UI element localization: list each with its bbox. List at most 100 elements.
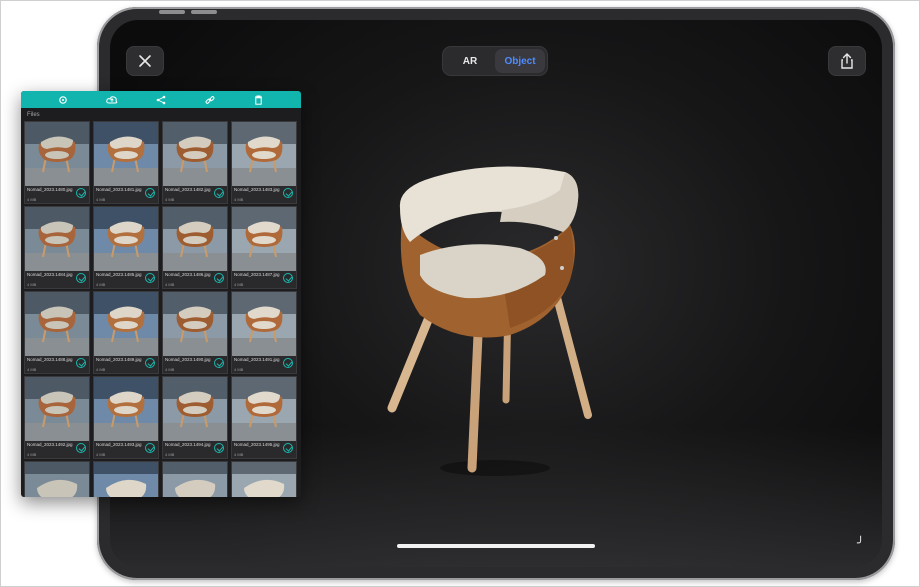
selected-check-icon[interactable] (283, 358, 293, 368)
file-name: Nomad_2023.1482.jpg (165, 187, 211, 192)
file-thumbnail (94, 462, 158, 497)
file-tile[interactable]: Nomad_2023.1490.jpg 4 MB (162, 291, 228, 374)
file-tile[interactable] (162, 461, 228, 497)
file-tile[interactable]: Nomad_2023.1482.jpg 4 MB (162, 121, 228, 204)
settings-icon[interactable] (57, 94, 69, 106)
file-thumbnail (25, 207, 89, 271)
file-thumbnail (25, 462, 89, 497)
file-name: Nomad_2023.1492.jpg (27, 442, 73, 447)
file-thumbnail (94, 207, 158, 271)
files-panel: Files Nomad_2023.1480.jpg 4 MB Nomad_2023.… (21, 91, 301, 497)
file-tile[interactable]: Nomad_2023.1487.jpg 4 MB (231, 206, 297, 289)
file-size: 4 MB (234, 367, 244, 372)
trash-icon[interactable] (253, 94, 265, 106)
file-tile[interactable]: Nomad_2023.1494.jpg 4 MB (162, 376, 228, 459)
volume-button (159, 10, 185, 14)
file-thumbnail (232, 377, 296, 441)
file-size: 4 MB (234, 452, 244, 457)
file-thumbnail (163, 377, 227, 441)
file-thumbnail (232, 462, 296, 497)
file-tile[interactable] (24, 461, 90, 497)
link-icon[interactable] (204, 94, 216, 106)
file-tile[interactable]: Nomad_2023.1495.jpg 4 MB (231, 376, 297, 459)
file-name: Nomad_2023.1487.jpg (234, 272, 280, 277)
file-thumbnail (163, 207, 227, 271)
tab-ar[interactable]: AR (445, 49, 495, 73)
file-name: Nomad_2023.1488.jpg (27, 357, 73, 362)
file-name: Nomad_2023.1483.jpg (234, 187, 280, 192)
selected-check-icon[interactable] (145, 188, 155, 198)
file-name: Nomad_2023.1480.jpg (27, 187, 73, 192)
selected-check-icon[interactable] (214, 358, 224, 368)
file-name: Nomad_2023.1484.jpg (27, 272, 73, 277)
file-thumbnail (232, 122, 296, 186)
file-name: Nomad_2023.1494.jpg (165, 442, 211, 447)
file-name: Nomad_2023.1491.jpg (234, 357, 280, 362)
selected-check-icon[interactable] (76, 273, 86, 283)
share-nodes-icon[interactable] (155, 94, 167, 106)
selected-check-icon[interactable] (76, 188, 86, 198)
selected-check-icon[interactable] (76, 443, 86, 453)
chair-3d-model[interactable] (380, 150, 620, 490)
selected-check-icon[interactable] (76, 358, 86, 368)
file-thumbnail (25, 122, 89, 186)
close-button[interactable] (126, 46, 164, 76)
share-icon (841, 53, 853, 69)
file-tile[interactable]: Nomad_2023.1481.jpg 4 MB (93, 121, 159, 204)
file-tile[interactable]: Nomad_2023.1480.jpg 4 MB (24, 121, 90, 204)
file-size: 4 MB (27, 367, 37, 372)
close-icon (139, 55, 151, 67)
file-tile[interactable]: Nomad_2023.1491.jpg 4 MB (231, 291, 297, 374)
file-tile[interactable] (231, 461, 297, 497)
selected-check-icon[interactable] (283, 273, 293, 283)
file-tile[interactable]: Nomad_2023.1486.jpg 4 MB (162, 206, 228, 289)
file-name: Nomad_2023.1495.jpg (234, 442, 280, 447)
selected-check-icon[interactable] (214, 273, 224, 283)
file-size: 4 MB (165, 282, 175, 287)
file-size: 4 MB (165, 367, 175, 372)
file-name: Nomad_2023.1481.jpg (96, 187, 142, 192)
file-tile[interactable]: Nomad_2023.1485.jpg 4 MB (93, 206, 159, 289)
file-name: Nomad_2023.1489.jpg (96, 357, 142, 362)
file-thumbnail (163, 122, 227, 186)
cloud-upload-icon[interactable] (106, 94, 118, 106)
file-name: Nomad_2023.1485.jpg (96, 272, 142, 277)
selected-check-icon[interactable] (283, 443, 293, 453)
selected-check-icon[interactable] (283, 188, 293, 198)
file-tile[interactable]: Nomad_2023.1492.jpg 4 MB (24, 376, 90, 459)
tab-object[interactable]: Object (495, 49, 545, 73)
file-size: 4 MB (96, 367, 106, 372)
file-tile[interactable] (93, 461, 159, 497)
file-size: 4 MB (27, 282, 37, 287)
file-name: Nomad_2023.1486.jpg (165, 272, 211, 277)
selected-check-icon[interactable] (145, 273, 155, 283)
file-thumbnail (25, 292, 89, 356)
file-size: 4 MB (27, 452, 37, 457)
file-thumbnail (232, 292, 296, 356)
files-section-label: Files (27, 112, 40, 118)
file-thumbnail (94, 292, 158, 356)
file-tile[interactable]: Nomad_2023.1483.jpg 4 MB (231, 121, 297, 204)
volume-button (191, 10, 217, 14)
mode-segmented-control: AR Object (442, 46, 548, 76)
home-indicator[interactable] (397, 544, 595, 548)
selected-check-icon[interactable] (145, 443, 155, 453)
file-tile[interactable]: Nomad_2023.1484.jpg 4 MB (24, 206, 90, 289)
file-size: 4 MB (234, 282, 244, 287)
file-tile[interactable]: Nomad_2023.1493.jpg 4 MB (93, 376, 159, 459)
file-tile[interactable]: Nomad_2023.1488.jpg 4 MB (24, 291, 90, 374)
panel-toolbar (21, 91, 301, 108)
selected-check-icon[interactable] (214, 188, 224, 198)
selected-check-icon[interactable] (214, 443, 224, 453)
file-grid: Nomad_2023.1480.jpg 4 MB Nomad_2023.1481.j… (24, 121, 300, 497)
file-size: 4 MB (165, 197, 175, 202)
file-size: 4 MB (165, 452, 175, 457)
file-thumbnail (232, 207, 296, 271)
corner-mark-icon: ╯ (857, 536, 865, 550)
file-thumbnail (163, 462, 227, 497)
file-thumbnail (94, 377, 158, 441)
file-size: 4 MB (234, 197, 244, 202)
share-button[interactable] (828, 46, 866, 76)
file-tile[interactable]: Nomad_2023.1489.jpg 4 MB (93, 291, 159, 374)
selected-check-icon[interactable] (145, 358, 155, 368)
